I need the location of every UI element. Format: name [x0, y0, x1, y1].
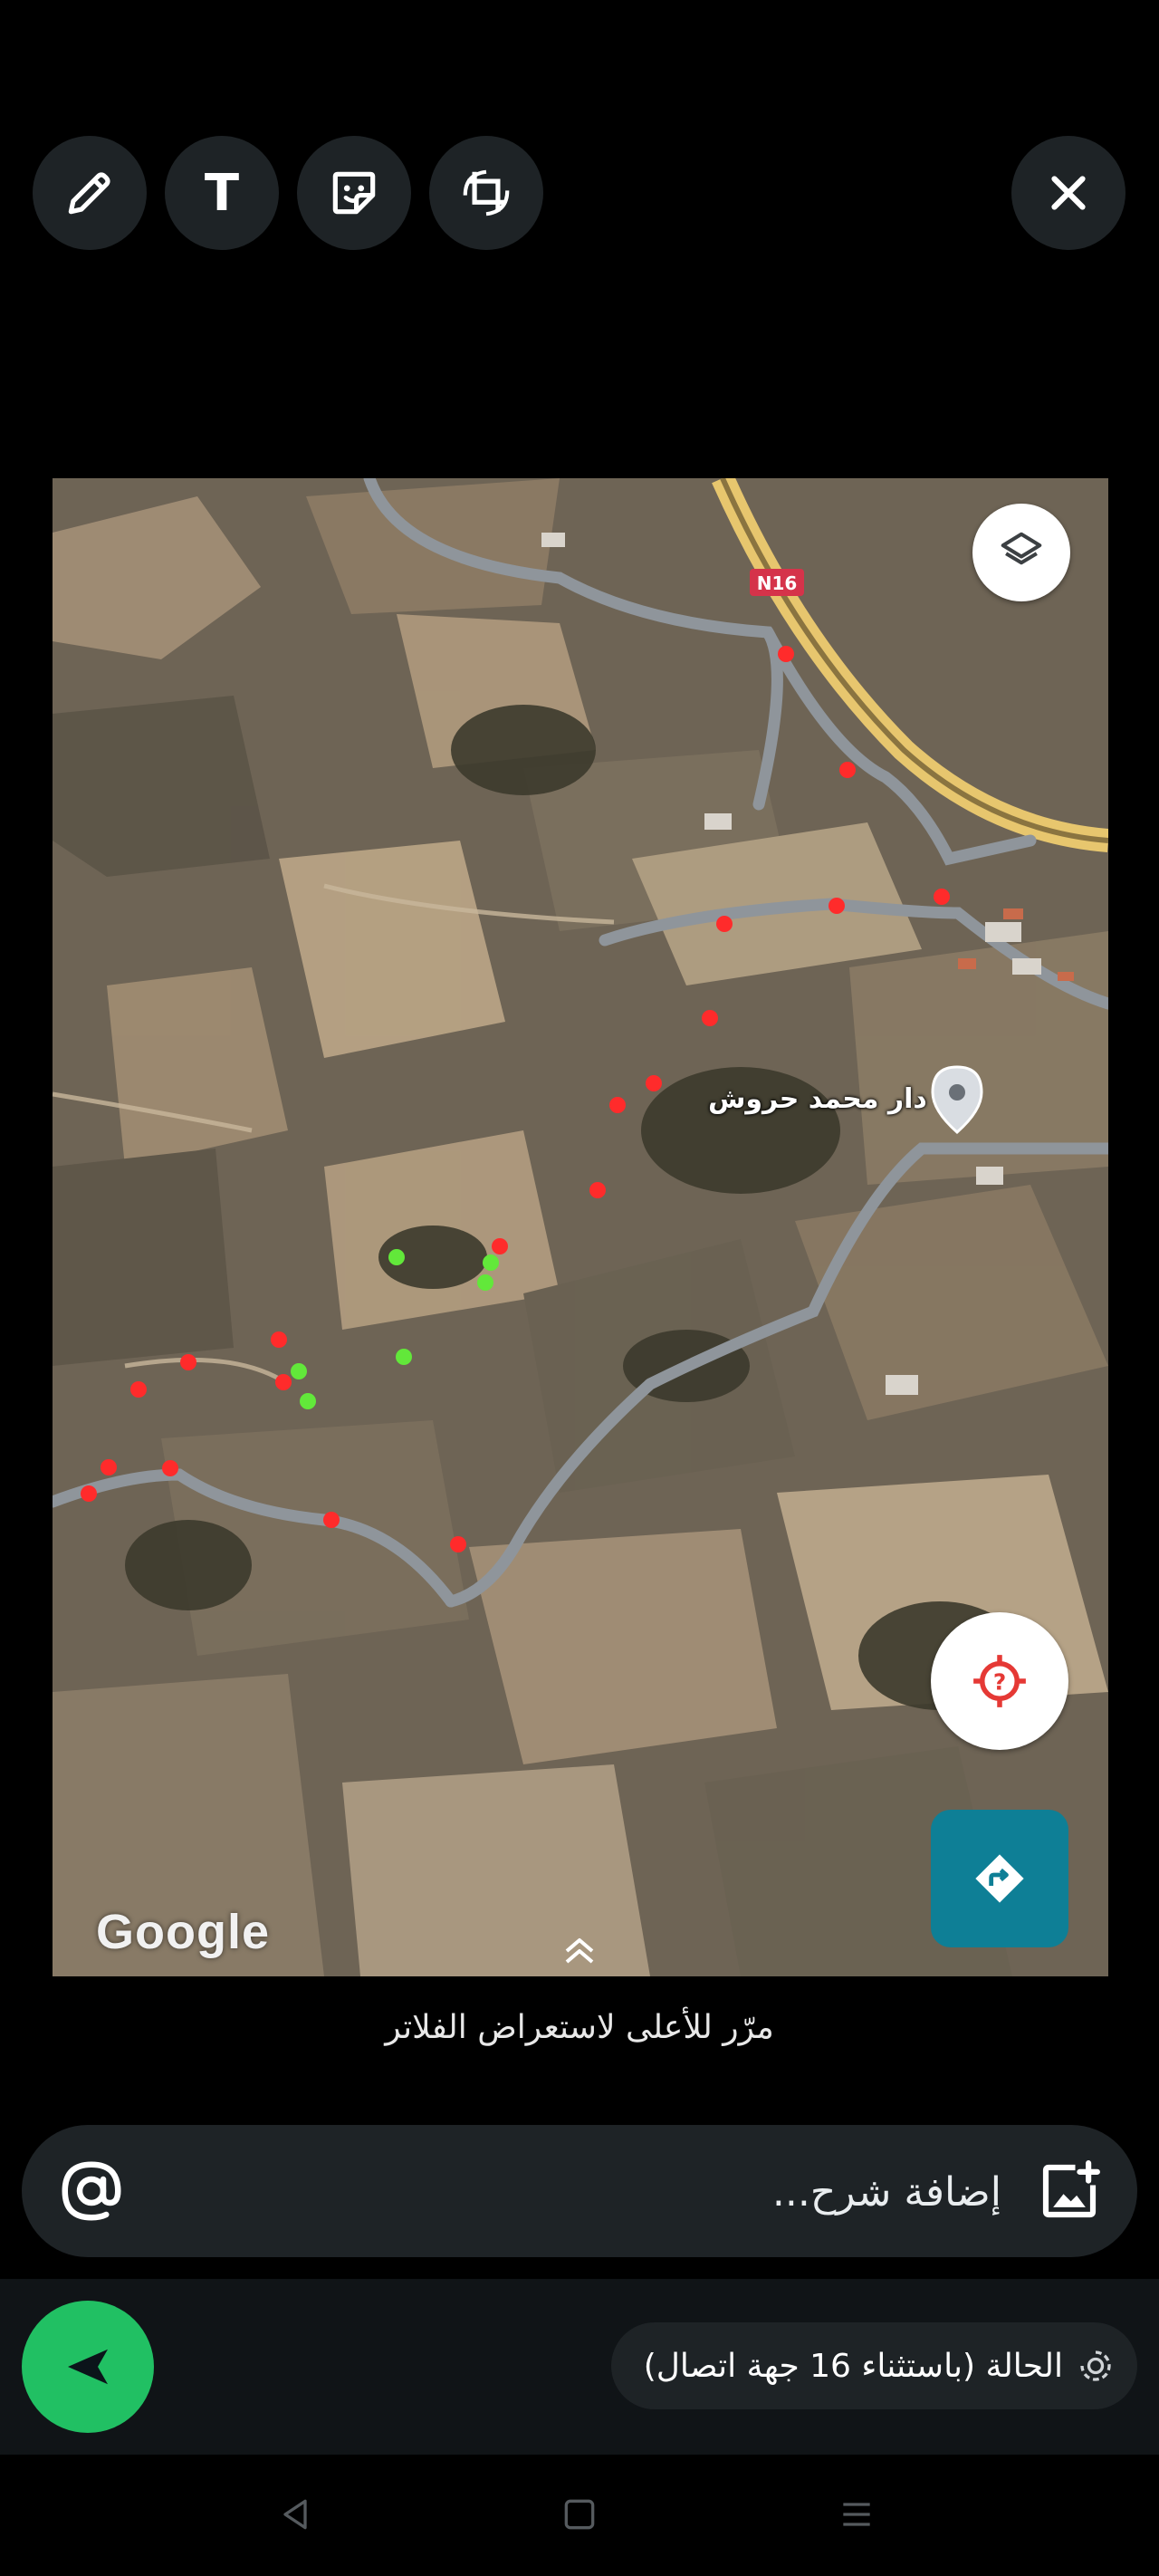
place-label: دار محمد حروش — [708, 1083, 927, 1115]
recents-icon[interactable] — [837, 2494, 876, 2534]
at-icon — [62, 2161, 121, 2221]
status-audience-label: الحالة (باستثناء 16 جهة اتصال) — [643, 2347, 1063, 2385]
red-marker — [829, 898, 845, 914]
red-marker — [275, 1374, 292, 1390]
pencil-icon — [68, 172, 110, 215]
red-marker — [162, 1460, 178, 1476]
chevron-up-icon — [565, 1938, 594, 1964]
text-icon: T — [204, 163, 240, 223]
green-marker — [477, 1274, 493, 1291]
map-image: N16 دار محمد حروش ? Google — [53, 478, 1108, 1976]
directions-icon — [975, 1854, 1024, 1903]
layers-button[interactable] — [972, 504, 1070, 601]
green-marker — [483, 1254, 499, 1271]
status-icon — [1080, 2350, 1111, 2381]
red-marker — [130, 1381, 147, 1398]
green-marker — [388, 1249, 405, 1265]
red-marker — [589, 1182, 606, 1198]
red-marker — [101, 1459, 117, 1475]
add-image-icon — [1042, 2160, 1100, 2218]
home-icon[interactable] — [560, 2494, 599, 2534]
my-location-button[interactable]: ? — [931, 1612, 1068, 1750]
sticker-tool-button[interactable] — [297, 136, 411, 250]
red-marker — [180, 1354, 196, 1370]
pencil-tool-button[interactable] — [33, 136, 147, 250]
red-marker — [81, 1485, 97, 1502]
mention-button[interactable] — [56, 2156, 127, 2226]
text-tool-button[interactable]: T — [165, 136, 279, 250]
directions-button[interactable] — [931, 1810, 1068, 1947]
status-audience-chip[interactable]: الحالة (باستثناء 16 جهة اتصال) — [610, 2322, 1137, 2409]
crop-rotate-tool-button[interactable] — [429, 136, 543, 250]
red-marker — [450, 1536, 466, 1552]
svg-text:?: ? — [993, 1669, 1006, 1696]
filter-hint-text: مرّر للأعلى لاستعراض الفلاتر — [385, 2009, 774, 2046]
red-marker — [778, 646, 794, 662]
send-icon — [68, 2349, 108, 2385]
green-marker — [300, 1393, 316, 1409]
red-marker — [716, 916, 733, 932]
caption-bar — [22, 2125, 1137, 2257]
close-button[interactable] — [1011, 136, 1125, 250]
send-button[interactable] — [22, 2301, 154, 2433]
red-marker — [609, 1097, 626, 1113]
red-marker — [934, 889, 950, 905]
red-marker — [323, 1512, 340, 1528]
red-marker — [702, 1010, 718, 1026]
red-marker — [839, 762, 856, 778]
red-marker — [271, 1331, 287, 1348]
sticker-icon — [332, 171, 376, 215]
back-icon[interactable] — [275, 2494, 315, 2534]
close-icon — [1051, 176, 1086, 210]
caption-input[interactable] — [230, 2152, 1003, 2232]
crop-rotate-icon — [463, 169, 510, 216]
red-marker — [646, 1075, 662, 1091]
place-pin-icon — [931, 1065, 983, 1135]
add-media-button[interactable] — [1034, 2156, 1105, 2226]
red-marker — [492, 1238, 508, 1254]
green-marker — [396, 1349, 412, 1365]
green-marker — [291, 1363, 307, 1379]
location-icon: ? — [973, 1655, 1026, 1707]
google-attribution: Google — [96, 1905, 270, 1959]
bottom-strip: الحالة (باستثناء 16 جهة اتصال) — [0, 2279, 1159, 2455]
layers-icon — [1001, 532, 1042, 565]
route-markers — [81, 646, 950, 1552]
